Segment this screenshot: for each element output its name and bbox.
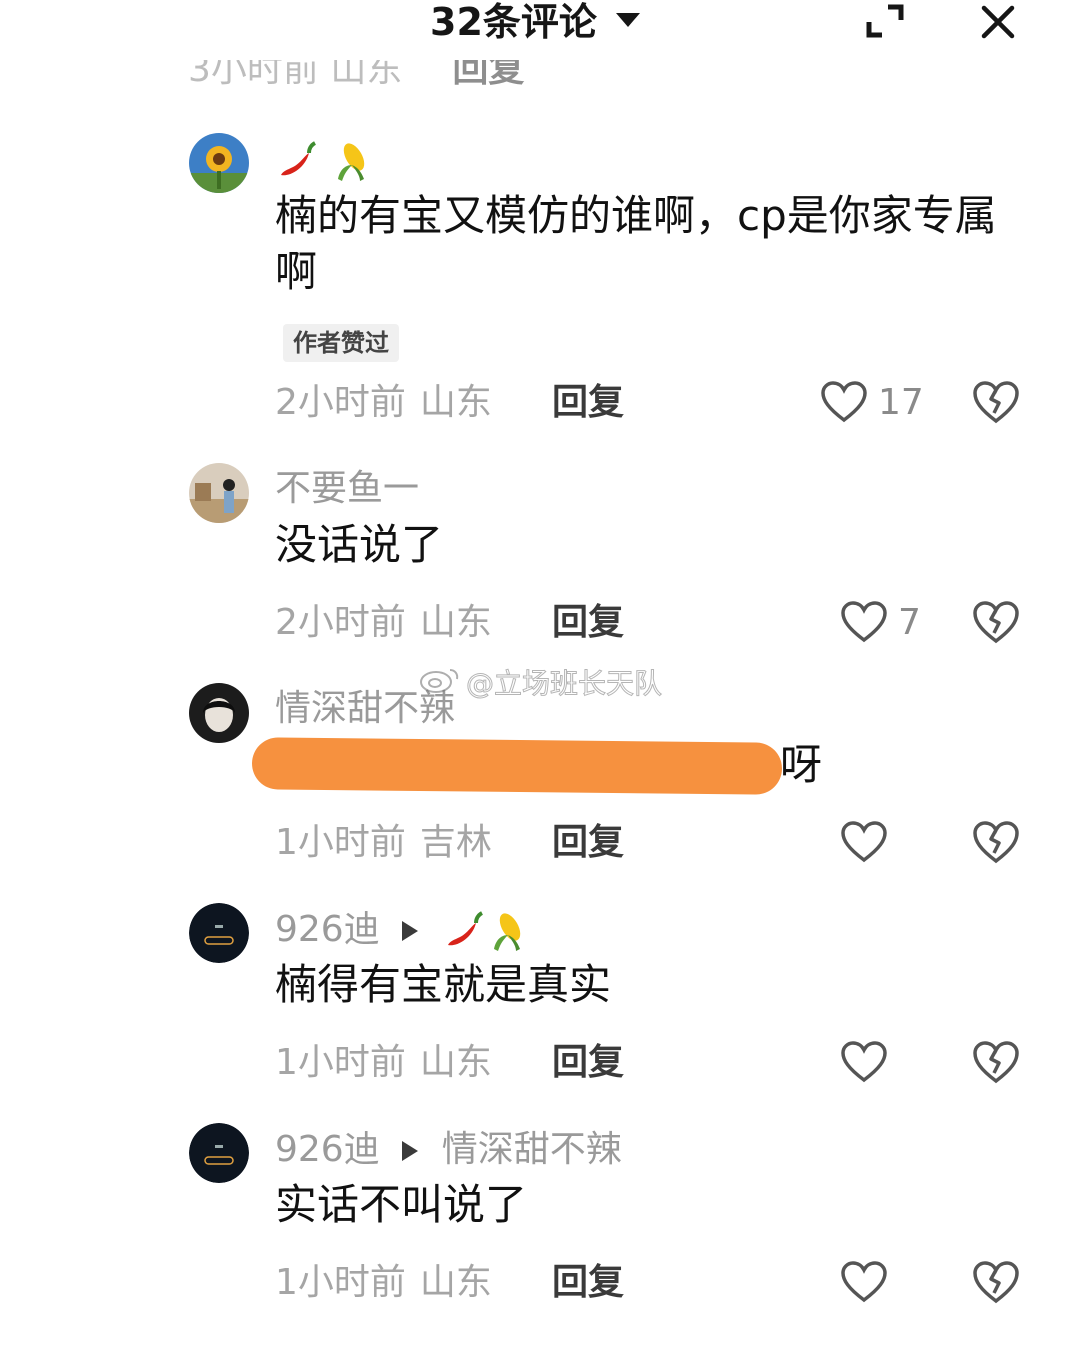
comment-meta: 1小时前 山东 [275, 1041, 492, 1085]
broken-heart-icon[interactable] [972, 819, 1020, 865]
heart-icon[interactable] [840, 820, 888, 864]
reply-button[interactable]: 回复 [552, 601, 624, 645]
commenter-name[interactable]: 不要鱼一 [275, 467, 419, 511]
broken-heart-icon[interactable] [972, 379, 1020, 425]
comment-location: 山东 [419, 1042, 492, 1083]
comment-text: 楠得有宝就是真实 [275, 960, 612, 1009]
broken-heart-icon[interactable] [972, 1259, 1020, 1305]
comment-location: 山东 [419, 1262, 492, 1303]
avatar[interactable] [189, 903, 249, 963]
comment-time: 2小时前 [275, 382, 406, 423]
heart-icon[interactable] [840, 1260, 888, 1304]
like-count: 17 [878, 382, 924, 423]
comment-meta: 1小时前 山东 [275, 1261, 492, 1305]
close-icon[interactable] [980, 4, 1016, 40]
comment-time: 2小时前 [275, 602, 406, 643]
dropdown-caret-icon[interactable] [616, 13, 640, 27]
heart-icon[interactable] [840, 600, 888, 644]
comment-time: 1小时前 [275, 1262, 406, 1303]
comment-time: 1小时前 [275, 1042, 406, 1083]
commenter-name-text: 926迪 [275, 909, 380, 950]
comment-text-visible: 呀 [780, 740, 823, 789]
heart-icon[interactable] [820, 380, 868, 424]
chili-emoji [447, 911, 483, 946]
comment-text: 实话不叫说了 [275, 1180, 528, 1229]
reply-arrow-icon [401, 1141, 418, 1161]
comment-location: 山东 [419, 382, 492, 423]
comment-time: 1小时前 [275, 822, 406, 863]
comment-count-title[interactable]: 32条评论 [430, 0, 597, 44]
previous-comment-meta-partial: 3小时前 山东 回复 [188, 58, 525, 90]
redaction-mark [251, 737, 783, 795]
expand-icon[interactable] [866, 4, 904, 38]
comments-header: 32条评论 [0, 0, 1080, 60]
comment-meta: 1小时前 吉林 [275, 821, 492, 865]
watermark: @立场班长天队 [465, 667, 663, 701]
corn-emoji [338, 143, 365, 181]
avatar[interactable] [189, 1123, 249, 1183]
comment-text: 没话说了 [275, 520, 444, 569]
reply-button[interactable]: 回复 [552, 1041, 624, 1085]
reply-button[interactable]: 回复 [552, 381, 624, 425]
comment-meta: 2小时前 山东 [275, 381, 492, 425]
reply-button[interactable]: 回复 [552, 1261, 624, 1305]
avatar[interactable] [189, 683, 249, 743]
comment-text: 楠的有宝又模仿的谁啊，cp是你家专属啊 [275, 191, 997, 296]
commenter-name-text: 926迪 [275, 1129, 380, 1170]
comment-location: 吉林 [419, 822, 492, 863]
avatar[interactable] [189, 463, 249, 523]
reply-button[interactable]: 回复 [552, 821, 624, 865]
commenter-emoji-name[interactable] [275, 138, 374, 183]
comment-meta: 2小时前 山东 [275, 601, 492, 645]
comment-location: 山东 [419, 602, 492, 643]
author-liked-badge: 作者赞过 [283, 324, 399, 362]
weibo-logo-icon [420, 669, 459, 693]
chili-emoji [281, 141, 317, 176]
like-count: 7 [898, 602, 921, 643]
commenter-name[interactable]: 926迪 情深甜不辣 [275, 1128, 622, 1172]
broken-heart-icon[interactable] [972, 1039, 1020, 1085]
broken-heart-icon[interactable] [972, 599, 1020, 645]
avatar[interactable] [189, 133, 249, 193]
corn-emoji [493, 913, 520, 951]
reply-arrow-icon [401, 921, 418, 941]
reply-to-name[interactable]: 情深甜不辣 [442, 1129, 622, 1170]
commenter-name[interactable]: 926迪 [275, 908, 530, 953]
heart-icon[interactable] [840, 1040, 888, 1084]
